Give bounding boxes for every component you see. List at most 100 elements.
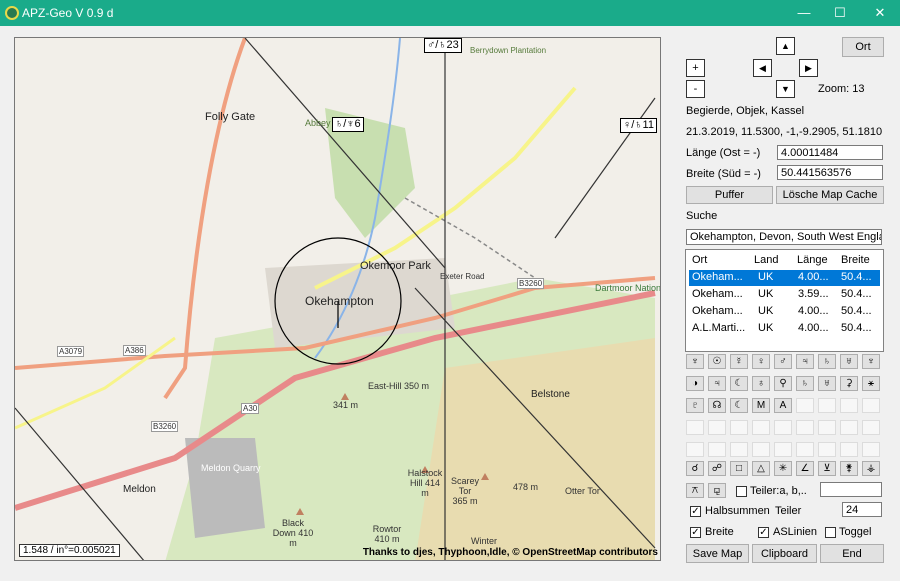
symbol-button[interactable]: ⊻	[818, 461, 836, 476]
symbol-button[interactable]: ♁	[752, 376, 770, 391]
pan-left-button[interactable]: ◀	[753, 59, 772, 77]
symbol-button[interactable]: ♅	[818, 376, 836, 391]
toggel-checkbox[interactable]	[825, 527, 836, 538]
breite-checkbox[interactable]: ✓	[690, 527, 701, 538]
symbol-button[interactable]: ♂	[774, 354, 792, 369]
cell-land: UK	[758, 288, 774, 300]
symbol-button[interactable]: A	[774, 398, 792, 413]
empty-symbol-slot	[752, 420, 770, 435]
cell-breite: 50.4...	[841, 322, 872, 334]
empty-symbol-slot	[818, 420, 836, 435]
pan-right-button[interactable]: ▶	[799, 59, 818, 77]
road-label: A3079	[57, 346, 85, 357]
symbol-button[interactable]: ⚼	[708, 483, 726, 498]
symbol-button[interactable]: ♃	[708, 376, 726, 391]
symbol-button[interactable]: ∠	[796, 461, 814, 476]
column-header-ort[interactable]: Ort	[692, 254, 707, 266]
teiler-ab-input[interactable]	[820, 482, 882, 497]
empty-symbol-slot	[774, 442, 792, 457]
map-view[interactable]: Folly Gate Abbey Wood Okemoor Park Okeha…	[14, 37, 661, 561]
place-label: Folly Gate	[205, 111, 256, 123]
maximize-button[interactable]: ☐	[822, 0, 858, 26]
halbsummen-checkbox[interactable]: ✓	[690, 506, 701, 517]
symbol-button[interactable]: △	[752, 461, 770, 476]
zoom-out-button[interactable]: -	[686, 80, 705, 98]
aslinien-checkbox[interactable]: ✓	[758, 527, 769, 538]
result-row[interactable]: Okeham... UK 4.00... 50.4...	[689, 304, 880, 320]
cell-ort: Okeham...	[692, 305, 743, 317]
symbol-button[interactable]: ⚹	[862, 376, 880, 391]
place-label: Meldon Quarry	[201, 463, 261, 473]
place-label: Rowtor 410 m	[372, 524, 402, 544]
symbol-button[interactable]: ⚻	[686, 483, 704, 498]
place-label: Halstock Hill 414 m	[407, 468, 443, 498]
teiler-input[interactable]: 24	[842, 502, 882, 517]
symbol-button[interactable]: ♆	[686, 354, 704, 369]
symbol-button[interactable]: ☌	[686, 461, 704, 476]
symbol-button[interactable]: ☍	[708, 461, 726, 476]
breite-label: Breite (Süd = -)	[686, 168, 761, 180]
close-button[interactable]: ✕	[862, 0, 898, 26]
symbol-button[interactable]: ⚲	[774, 376, 792, 391]
symbol-button[interactable]: ♀	[752, 354, 770, 369]
planet-line-label: ♀/♄11	[620, 118, 657, 133]
symbol-button[interactable]: ☾	[730, 376, 748, 391]
empty-symbol-slot	[686, 420, 704, 435]
zoom-in-button[interactable]: +	[686, 59, 705, 77]
symbol-button[interactable]: ♇	[686, 398, 704, 413]
column-header-land[interactable]: Land	[754, 254, 778, 266]
symbol-button[interactable]: ♃	[796, 354, 814, 369]
cell-land: UK	[758, 322, 774, 334]
result-row[interactable]: Okeham... UK 3.59... 50.4...	[689, 287, 880, 303]
symbol-button[interactable]: ⚵	[840, 461, 858, 476]
place-label: 341 m	[333, 400, 359, 410]
results-list[interactable]: Ort Land Länge Breite Okeham... UK 4.00.…	[685, 249, 884, 352]
symbol-button[interactable]: ✳	[774, 461, 792, 476]
laenge-input[interactable]: 4.00011484	[777, 145, 883, 160]
planet-line-label: ♄/♆6	[332, 117, 364, 132]
symbol-button[interactable]: ☿	[730, 354, 748, 369]
cell-laenge: 4.00...	[798, 271, 829, 283]
breite-input[interactable]: 50.441563576	[777, 165, 883, 180]
symbol-button[interactable]: ♅	[840, 354, 858, 369]
symbol-button[interactable]: M	[752, 398, 770, 413]
symbol-button[interactable]: ♄	[796, 376, 814, 391]
search-input[interactable]: Okehampton, Devon, South West England	[686, 229, 882, 245]
column-header-breite[interactable]: Breite	[841, 254, 870, 266]
teiler-ab-checkbox[interactable]	[736, 486, 747, 497]
symbol-button[interactable]: ⚳	[840, 376, 858, 391]
place-label: 478 m	[513, 482, 539, 492]
breite-checkbox-label: Breite	[705, 526, 734, 538]
cell-breite: 50.4...	[841, 288, 872, 300]
ort-button[interactable]: Ort	[842, 37, 884, 57]
road-label: A386	[123, 345, 146, 356]
symbol-button[interactable]: ☾	[730, 398, 748, 413]
clear-map-cache-button[interactable]: Lösche Map Cache	[776, 186, 884, 204]
symbol-button[interactable]: ☉	[708, 354, 726, 369]
symbol-button[interactable]: ⚶	[862, 461, 880, 476]
symbol-button[interactable]: ♆	[862, 354, 880, 369]
place-label: Scarey Tor 365 m	[450, 476, 479, 506]
pan-down-button[interactable]: ▼	[776, 80, 795, 98]
search-label: Suche	[686, 210, 718, 222]
symbol-button[interactable]: ☊	[708, 398, 726, 413]
pan-up-button[interactable]: ▲	[776, 37, 795, 55]
column-header-laenge[interactable]: Länge	[797, 254, 828, 266]
empty-symbol-slot	[752, 442, 770, 457]
symbol-button[interactable]: ♄	[818, 354, 836, 369]
clipboard-button[interactable]: Clipboard	[752, 544, 817, 563]
zoom-level: Zoom: 13	[818, 83, 865, 95]
place-label: East-Hill 350 m	[368, 381, 430, 391]
save-map-button[interactable]: Save Map	[686, 544, 749, 563]
empty-symbol-slot	[730, 442, 748, 457]
result-row[interactable]: A.L.Marti... UK 4.00... 50.4...	[689, 321, 880, 337]
place-label: Meldon	[123, 484, 156, 495]
empty-symbol-slot	[708, 442, 726, 457]
puffer-button[interactable]: Puffer	[686, 186, 773, 204]
minimize-button[interactable]: —	[786, 0, 822, 26]
symbol-button[interactable]: □	[730, 461, 748, 476]
end-button[interactable]: End	[820, 544, 884, 563]
result-row[interactable]: Okeham... UK 4.00... 50.4...	[689, 270, 880, 286]
symbol-button[interactable]: ◑	[686, 376, 704, 391]
place-label: Black Down 410 m	[272, 518, 314, 548]
